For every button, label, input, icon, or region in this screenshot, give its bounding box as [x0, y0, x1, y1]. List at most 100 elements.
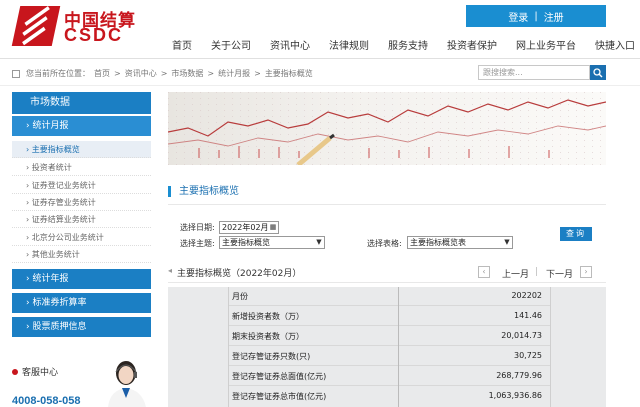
nav-home[interactable]: 首页 [172, 37, 192, 52]
summary-title: 主要指标概览（2022年02月） [177, 269, 302, 279]
service-agent-image [102, 356, 152, 407]
sidebar-title: 市场数据 [12, 92, 151, 114]
date-label: 选择日期: [180, 223, 215, 232]
breadcrumb-sep: > [254, 69, 261, 78]
sidebar-section-pledge[interactable]: › 股票质押信息 [12, 317, 151, 337]
row-value: 1,063,936.86 [488, 391, 542, 400]
sidebar-item-settlement[interactable]: › 证券结算业务统计 [12, 211, 151, 228]
table-row: 登记存管证券总市值(亿元) 1,063,936.86 [228, 387, 550, 406]
breadcrumb-item-monthly[interactable]: 统计月报 [218, 68, 250, 79]
sidebar-item-other[interactable]: › 其他业务统计 [12, 246, 151, 263]
sidebar-item-label: 投资者统计 [31, 163, 72, 172]
row-value: 268,779.96 [496, 371, 542, 380]
sidebar-item-registration[interactable]: › 证券登记业务统计 [12, 177, 151, 194]
market-chart-banner-image [168, 92, 606, 165]
indicator-table: 月份 202202 新增投资者数（万） 141.46 期末投资者数（万） 20,014… [168, 287, 606, 407]
table-row: 月份 202202 [228, 287, 550, 306]
table-select[interactable]: 主要指标概览表 ▼ [407, 236, 513, 249]
nav-quick-entry[interactable]: 快捷入口 [595, 37, 635, 52]
breadcrumb-item-market-data[interactable]: 市场数据 [171, 68, 203, 79]
sidebar-section-monthly[interactable]: › 统计月报 [12, 116, 151, 136]
sidebar-section-label: 统计月报 [32, 121, 69, 131]
search-input[interactable]: 跟搜搜索... [478, 65, 590, 80]
nav-online-platform[interactable]: 网上业务平台 [516, 37, 576, 52]
row-value: 141.46 [514, 311, 542, 320]
row-label: 登记存管证券总市值(亿元) [232, 392, 327, 401]
prev-month-icon[interactable]: ‹ [478, 266, 490, 278]
header-divider [0, 58, 640, 59]
next-month-link[interactable]: 下一月 [546, 267, 573, 280]
table-border-right [550, 287, 551, 407]
row-value: 202202 [511, 291, 542, 300]
section-divider [168, 204, 606, 205]
row-label: 登记存管证券总面值(亿元) [232, 372, 327, 381]
breadcrumb-sep: > [160, 69, 168, 78]
sidebar-item-label: 证券存管业务统计 [31, 198, 96, 207]
row-value: 30,725 [514, 351, 542, 360]
table-value: 主要指标概览表 [410, 238, 466, 247]
main-nav: 首页 关于公司 资讯中心 法律规则 服务支持 投资者保护 网上业务平台 快捷入口 [172, 37, 635, 52]
row-label: 登记存管证券只数(只) [232, 352, 311, 361]
home-icon [12, 69, 20, 78]
pager-separator: | [535, 267, 539, 277]
chevron-down-icon: ▼ [504, 238, 510, 246]
breadcrumb-item-news[interactable]: 资讯中心 [125, 68, 157, 79]
chevron-down-icon: ▼ [316, 238, 322, 246]
breadcrumb-sep: > [207, 69, 215, 78]
prev-month-link[interactable]: 上一月 [502, 267, 529, 280]
search-icon [593, 67, 603, 77]
search-button[interactable] [590, 65, 606, 80]
breadcrumb-sep: > [114, 69, 121, 78]
row-label: 月份 [232, 292, 248, 301]
topic-value: 主要指标概览 [222, 238, 270, 247]
breadcrumb-item-current: 主要指标概览 [264, 69, 313, 78]
date-picker[interactable]: 2022年02月 ▦ [219, 221, 279, 234]
table-column-divider [398, 287, 399, 407]
sidebar-section-label: 标准券折算率 [32, 298, 87, 308]
row-label: 新增投资者数（万） [232, 312, 304, 321]
breadcrumb-item-home[interactable]: 首页 [94, 68, 110, 79]
nav-rules[interactable]: 法律规则 [329, 37, 369, 52]
breadcrumb-divider [0, 85, 640, 86]
auth-bar: 登录 | 注册 [466, 5, 606, 27]
breadcrumb-prefix: 您当前所在位置： [26, 69, 90, 78]
sidebar-item-label: 证券结算业务统计 [31, 215, 96, 224]
table-border-left [228, 287, 229, 407]
sidebar-item-depository[interactable]: › 证券存管业务统计 [12, 194, 151, 211]
topic-select[interactable]: 主要指标概览 ▼ [219, 236, 325, 249]
logo-text-en[interactable]: CSDC [64, 25, 123, 46]
next-month-icon[interactable]: › [580, 266, 592, 278]
date-value: 2022年02月 [222, 223, 269, 232]
table-label: 选择表格: [367, 239, 402, 248]
sidebar-item-overview[interactable]: › 主要指标概览 [12, 141, 151, 158]
auth-separator: | [534, 10, 538, 22]
section-title: 主要指标概览 [168, 186, 239, 197]
table-row: 登记存管证券只数(只) 30,725 [228, 347, 550, 366]
table-row: 期末投资者数（万） 20,014.73 [228, 327, 550, 346]
login-link[interactable]: 登录 [508, 9, 528, 24]
csdc-logo-icon[interactable] [11, 6, 61, 46]
sidebar-section-conversion-rate[interactable]: › 标准券折算率 [12, 293, 151, 313]
query-button[interactable]: 查询 [560, 227, 592, 241]
sidebar-item-label: 主要指标概览 [31, 145, 80, 154]
customer-service-label: 客服中心 [22, 368, 59, 378]
nav-service[interactable]: 服务支持 [388, 37, 428, 52]
breadcrumb: 您当前所在位置： 首页 > 资讯中心 > 市场数据 > 统计月报 > 主要指标概… [12, 68, 313, 79]
sidebar-section-annual[interactable]: › 统计年报 [12, 269, 151, 289]
sidebar-section-label: 统计年报 [32, 274, 69, 284]
calendar-icon[interactable]: ▦ [269, 223, 277, 232]
summary-divider [168, 282, 606, 283]
sidebar-item-investors[interactable]: › 投资者统计 [12, 159, 151, 176]
sidebar-section-label: 股票质押信息 [32, 322, 87, 332]
table-row: 登记存管证券总面值(亿元) 268,779.96 [228, 367, 550, 386]
nav-news[interactable]: 资讯中心 [270, 37, 310, 52]
nav-investor-protection[interactable]: 投资者保护 [447, 37, 497, 52]
sidebar-item-label: 北京分公司业务统计 [31, 233, 104, 242]
service-phone: 4008-058-058 [12, 395, 81, 407]
register-link[interactable]: 注册 [544, 9, 564, 24]
sidebar-item-beijing-branch[interactable]: › 北京分公司业务统计 [12, 229, 151, 246]
customer-service-title: 客服中心 [12, 365, 58, 378]
table-row: 新增投资者数（万） 141.46 [228, 307, 550, 326]
topic-label: 选择主题: [180, 239, 215, 248]
nav-about[interactable]: 关于公司 [211, 37, 251, 52]
